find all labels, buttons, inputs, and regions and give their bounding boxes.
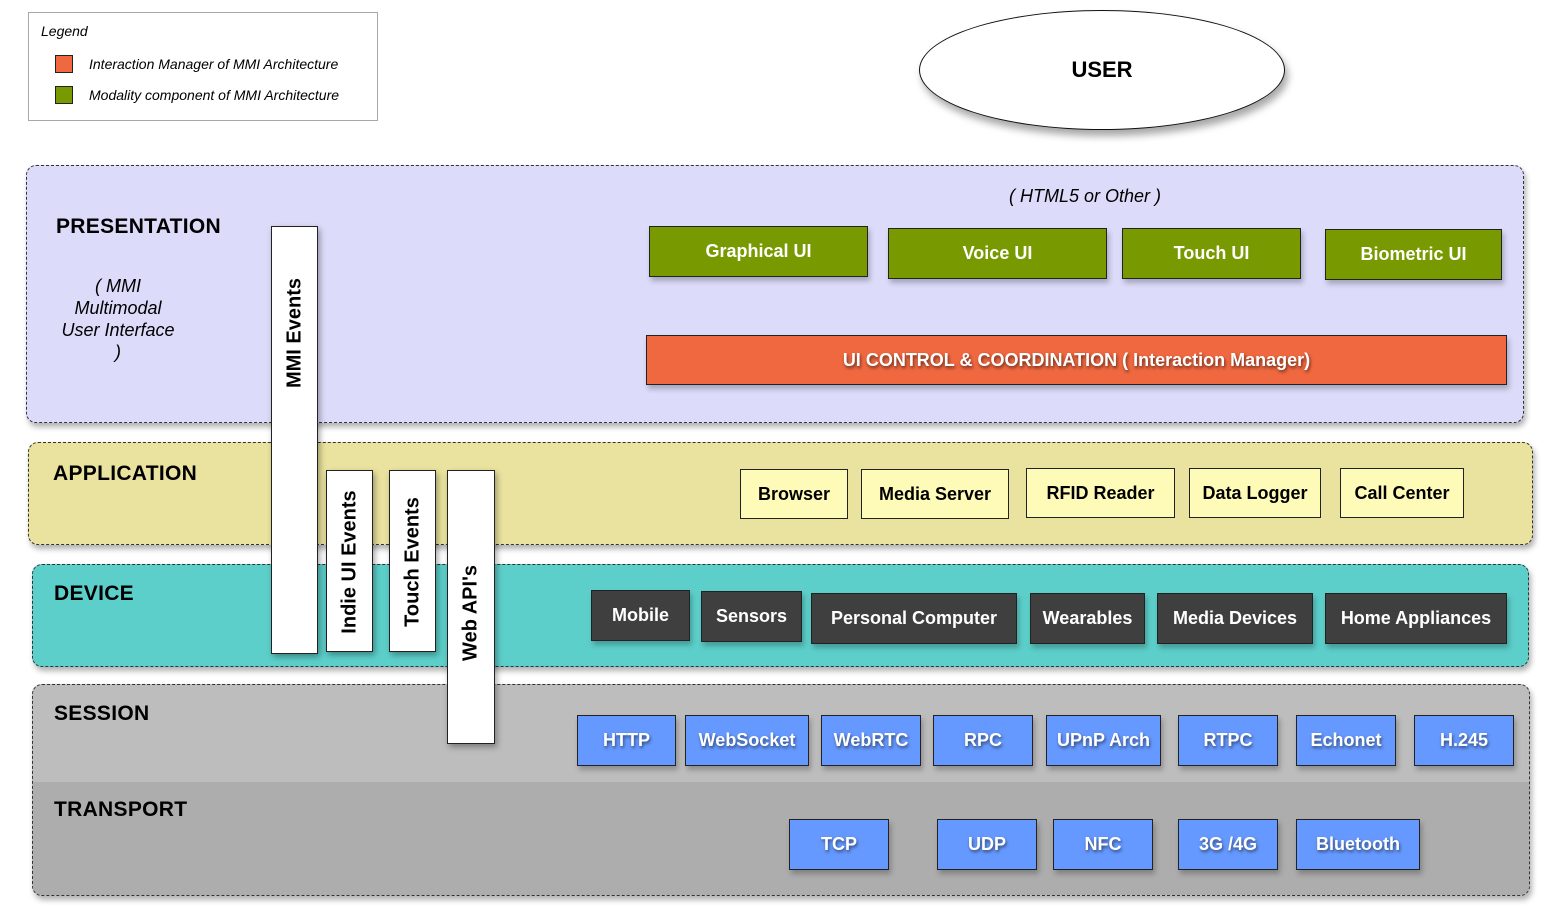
web-apis-label: Web API's [459, 565, 482, 661]
touch-events-label: Touch Events [401, 497, 423, 627]
app-media-server: Media Server [861, 469, 1009, 519]
transport-bluetooth: Bluetooth [1296, 819, 1420, 870]
modality-biometric-ui: Biometric UI [1325, 229, 1502, 280]
application-title: APPLICATION [53, 462, 198, 485]
indie-ui-events-bar: Indie UI Events [326, 470, 373, 652]
touch-events-bar: Touch Events [389, 470, 436, 652]
device-wearables: Wearables [1030, 593, 1145, 644]
user-ellipse: USER [919, 10, 1285, 130]
device-title: DEVICE [54, 582, 134, 605]
modality-voice-ui: Voice UI [888, 228, 1107, 279]
legend-item-interaction-manager: Interaction Manager of MMI Architecture [55, 54, 338, 74]
legend-swatch-orange [55, 55, 73, 73]
session-rtpc: RTPC [1178, 715, 1278, 766]
app-rfid-reader: RFID Reader [1026, 468, 1175, 518]
session-title: SESSION [54, 702, 150, 725]
modality-graphical-ui: Graphical UI [649, 226, 868, 277]
legend-label: Interaction Manager of MMI Architecture [89, 56, 339, 72]
legend: Legend Interaction Manager of MMI Archit… [28, 12, 378, 121]
legend-label: Modality component of MMI Architecture [89, 87, 340, 103]
session-upnp-arch: UPnP Arch [1046, 715, 1161, 766]
web-apis-bar: Web API's [447, 470, 495, 744]
device-home-appliances: Home Appliances [1325, 593, 1507, 644]
session-websocket: WebSocket [685, 715, 809, 766]
transport-udp: UDP [937, 819, 1037, 870]
transport-nfc: NFC [1053, 819, 1153, 870]
session-rpc: RPC [933, 715, 1033, 766]
interaction-manager-box: UI CONTROL & COORDINATION ( Interaction … [646, 335, 1507, 385]
legend-swatch-green [55, 86, 73, 104]
device-sensors: Sensors [701, 591, 802, 642]
mmi-events-bar: MMI Events [271, 226, 318, 654]
session-echonet: Echonet [1296, 715, 1396, 766]
transport-3g-4g: 3G /4G [1178, 819, 1278, 870]
presentation-subtitle: ( MMI Multimodal User Interface ) [61, 276, 175, 362]
modality-touch-ui: Touch UI [1122, 228, 1301, 279]
legend-title: Legend [41, 23, 88, 39]
app-browser: Browser [740, 469, 848, 519]
session-http: HTTP [577, 715, 676, 766]
app-data-logger: Data Logger [1189, 468, 1321, 518]
presentation-title: PRESENTATION [56, 215, 221, 238]
transport-tcp: TCP [789, 819, 889, 870]
device-personal-computer: Personal Computer [811, 593, 1017, 644]
html5-note: ( HTML5 or Other ) [1008, 186, 1162, 206]
device-media-devices: Media Devices [1157, 593, 1313, 644]
indie-ui-events-label: Indie UI Events [338, 490, 360, 634]
session-h245: H.245 [1414, 715, 1514, 766]
app-call-center: Call Center [1340, 468, 1464, 518]
device-mobile: Mobile [591, 590, 690, 641]
transport-title: TRANSPORT [54, 798, 188, 821]
session-webrtc: WebRTC [821, 715, 921, 766]
legend-item-modality-component: Modality component of MMI Architecture [55, 85, 339, 105]
mmi-events-label: MMI Events [283, 277, 305, 389]
